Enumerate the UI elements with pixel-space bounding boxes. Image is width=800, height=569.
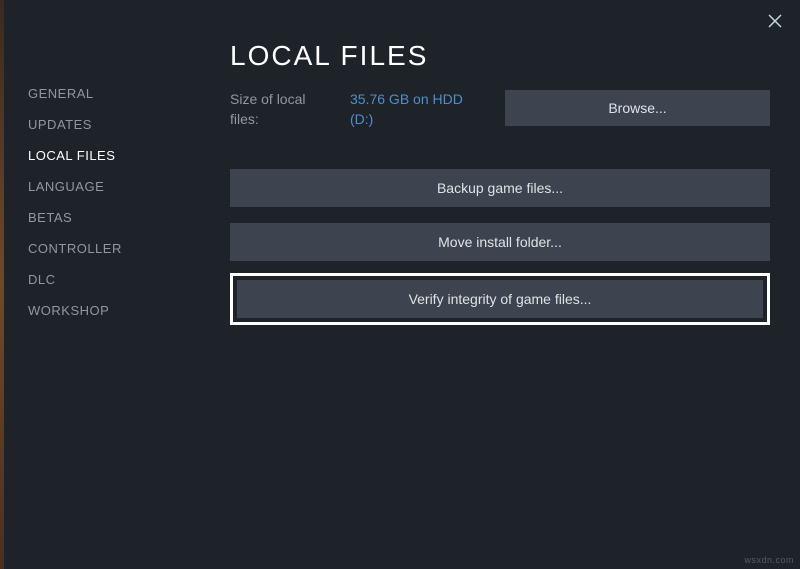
move-install-button[interactable]: Move install folder... xyxy=(230,223,770,261)
size-label: Size of local files: xyxy=(230,90,330,129)
sidebar-item-controller[interactable]: CONTROLLER xyxy=(28,233,200,264)
sidebar-item-language[interactable]: LANGUAGE xyxy=(28,171,200,202)
sidebar: GENERAL UPDATES LOCAL FILES LANGUAGE BET… xyxy=(0,0,200,569)
backup-button[interactable]: Backup game files... xyxy=(230,169,770,207)
browse-button[interactable]: Browse... xyxy=(505,90,770,126)
sidebar-item-workshop[interactable]: WORKSHOP xyxy=(28,295,200,326)
main-panel: LOCAL FILES Size of local files: 35.76 G… xyxy=(200,0,800,569)
close-icon[interactable] xyxy=(766,12,784,30)
size-value: 35.76 GB on HDD (D:) xyxy=(350,90,485,129)
verify-integrity-button[interactable]: Verify integrity of game files... xyxy=(237,280,763,318)
sidebar-item-general[interactable]: GENERAL xyxy=(28,78,200,109)
sidebar-item-betas[interactable]: BETAS xyxy=(28,202,200,233)
sidebar-item-updates[interactable]: UPDATES xyxy=(28,109,200,140)
sidebar-item-dlc[interactable]: DLC xyxy=(28,264,200,295)
properties-window: GENERAL UPDATES LOCAL FILES LANGUAGE BET… xyxy=(0,0,800,569)
verify-highlight: Verify integrity of game files... xyxy=(230,273,770,325)
size-info-row: Size of local files: 35.76 GB on HDD (D:… xyxy=(230,90,770,129)
watermark: wsxdn.com xyxy=(744,555,794,565)
sidebar-item-local-files[interactable]: LOCAL FILES xyxy=(28,140,200,171)
page-title: LOCAL FILES xyxy=(230,40,770,72)
